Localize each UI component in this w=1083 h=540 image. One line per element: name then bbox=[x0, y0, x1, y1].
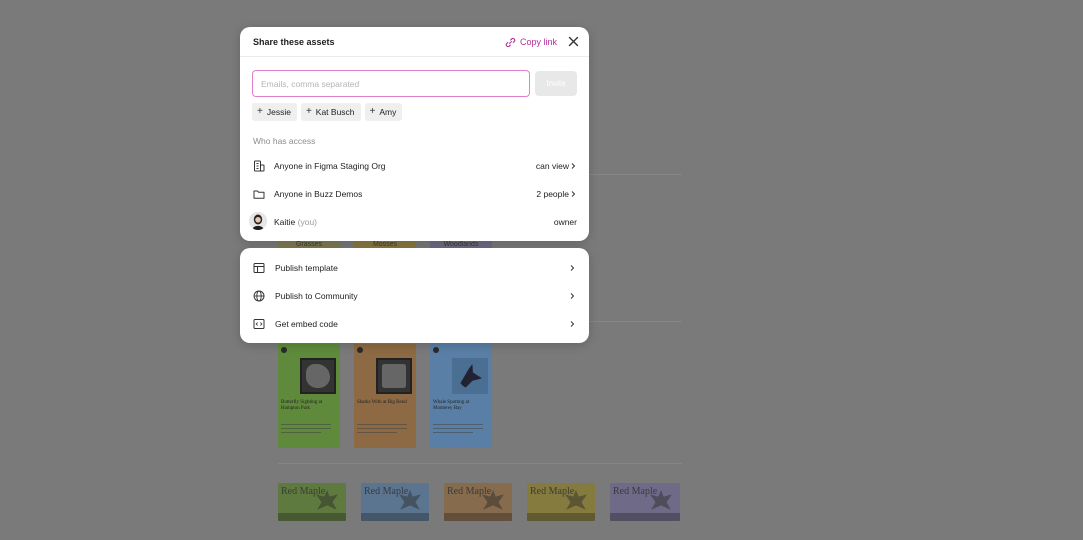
plus-icon: + bbox=[257, 106, 263, 117]
card-title: Red Maple bbox=[364, 486, 409, 497]
people-count[interactable]: 2 people bbox=[536, 189, 569, 199]
publish-to-community-item[interactable]: Publish to Community bbox=[240, 285, 589, 307]
publish-template-item[interactable]: Publish template bbox=[240, 257, 589, 279]
share-modal-header: Share these assets Copy link bbox=[240, 27, 589, 57]
access-row-team[interactable]: Anyone in Buzz Demos 2 people bbox=[240, 183, 589, 205]
card-label-fragment: Grasses bbox=[278, 241, 340, 248]
action-label: Publish template bbox=[275, 263, 338, 273]
close-icon[interactable] bbox=[567, 35, 580, 48]
template-icon bbox=[253, 263, 265, 273]
card-title: Red Maple bbox=[447, 486, 492, 497]
chip-label: Jessie bbox=[266, 107, 291, 117]
globe-icon bbox=[253, 290, 265, 302]
logo-badge-icon bbox=[433, 347, 439, 353]
whale-photo bbox=[452, 358, 488, 394]
plus-icon: + bbox=[305, 106, 312, 117]
who-has-access-label: Who has access bbox=[253, 136, 316, 146]
logo-badge-icon bbox=[281, 347, 287, 353]
red-maple-card[interactable]: Red Maple bbox=[527, 483, 595, 521]
action-label: Get embed code bbox=[275, 319, 338, 329]
access-row-owner: Kaitie (you) owner bbox=[240, 211, 589, 233]
poster-photo bbox=[300, 358, 336, 394]
chevron-right-icon bbox=[570, 321, 575, 327]
link-icon bbox=[505, 37, 516, 47]
action-label: Publish to Community bbox=[275, 291, 358, 301]
red-maple-card[interactable]: Red Maple bbox=[278, 483, 346, 521]
red-maple-card[interactable]: Red Maple bbox=[361, 483, 429, 521]
permission-dropdown[interactable]: can view bbox=[536, 161, 569, 171]
poster-title: Butterfly Sighting at Hampton Park bbox=[281, 400, 323, 411]
avatar bbox=[249, 212, 267, 230]
you-suffix: (you) bbox=[297, 217, 318, 227]
folder-icon bbox=[253, 190, 265, 199]
chip-label: Amy bbox=[379, 107, 397, 117]
invite-button[interactable]: Invite bbox=[535, 71, 577, 96]
suggestion-chip-kat-busch[interactable]: + Kat Busch bbox=[300, 103, 361, 121]
chevron-right-icon bbox=[570, 265, 575, 271]
chevron-right-icon bbox=[570, 293, 575, 299]
red-maple-card[interactable]: Red Maple bbox=[610, 483, 680, 521]
logo-badge-icon bbox=[357, 347, 363, 353]
embed-icon bbox=[253, 319, 265, 329]
card-label-fragment: Woodlands bbox=[430, 241, 492, 248]
plus-icon: + bbox=[369, 106, 376, 117]
card-label-fragment: Mosses bbox=[354, 241, 416, 248]
canvas-divider bbox=[588, 174, 682, 175]
suggestion-chip-jessie[interactable]: + Jessie bbox=[252, 103, 297, 121]
access-name: Anyone in Figma Staging Org bbox=[274, 161, 386, 171]
email-input[interactable] bbox=[252, 70, 530, 97]
suggestion-chip-amy[interactable]: + Amy bbox=[364, 103, 403, 121]
suggestion-chips: + Jessie + Kat Busch + Amy bbox=[252, 103, 403, 121]
poster-title: Sharks With at Big Bend bbox=[357, 400, 407, 405]
copy-link-label: Copy link bbox=[520, 37, 558, 47]
access-name: Kaitie (you) bbox=[274, 217, 318, 227]
access-name: Anyone in Buzz Demos bbox=[274, 189, 363, 199]
red-maple-card[interactable]: Red Maple bbox=[444, 483, 512, 521]
chevron-right-icon bbox=[571, 163, 576, 169]
publish-actions-panel: Publish template Publish to Community Ge… bbox=[240, 248, 589, 343]
poster-title: Whale Spotting at Monterey Bay bbox=[433, 400, 470, 411]
canvas-divider bbox=[278, 463, 682, 464]
copy-link-button[interactable]: Copy link bbox=[505, 35, 557, 49]
poster-card[interactable]: Sharks With at Big Bend bbox=[354, 344, 416, 448]
org-icon bbox=[254, 160, 265, 172]
owner-label: owner bbox=[553, 217, 577, 227]
poster-card[interactable]: Butterfly Sighting at Hampton Park bbox=[278, 344, 340, 448]
poster-photo bbox=[376, 358, 412, 394]
get-embed-code-item[interactable]: Get embed code bbox=[240, 313, 589, 335]
card-title: Red Maple bbox=[530, 486, 575, 497]
modal-title: Share these assets bbox=[253, 37, 335, 47]
share-modal: Share these assets Copy link Invite + Je… bbox=[240, 27, 589, 241]
card-title: Red Maple bbox=[281, 486, 326, 497]
chip-label: Kat Busch bbox=[315, 107, 355, 117]
chevron-right-icon bbox=[571, 191, 576, 197]
access-row-org[interactable]: Anyone in Figma Staging Org can view bbox=[240, 155, 589, 177]
poster-card[interactable]: Whale Spotting at Monterey Bay bbox=[430, 344, 492, 448]
